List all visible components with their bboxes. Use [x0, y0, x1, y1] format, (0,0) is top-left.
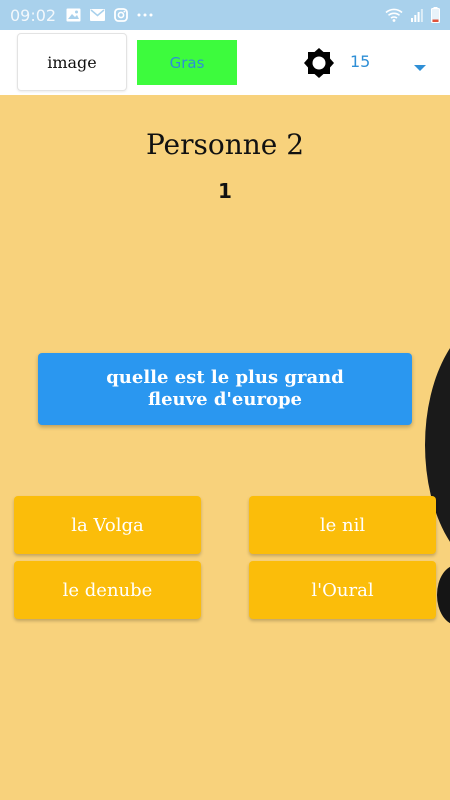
battery-icon	[431, 7, 440, 23]
answer-button[interactable]: la Volga	[14, 496, 201, 554]
image-button[interactable]: image	[17, 33, 127, 91]
player-name: Personne 2	[145, 128, 305, 161]
toolbar: image Gras 15	[0, 30, 450, 95]
status-notifications	[66, 8, 153, 22]
dropdown-arrow-icon[interactable]	[413, 58, 427, 71]
status-system	[385, 7, 440, 23]
status-bar: 09:02	[0, 0, 450, 30]
background-decoration	[437, 565, 450, 625]
answer-button[interactable]: l'Oural	[249, 561, 436, 619]
wifi-icon	[385, 8, 403, 22]
answer-button[interactable]: le denube	[14, 561, 201, 619]
bold-button[interactable]: Gras	[137, 40, 237, 85]
game-area: Personne 2 1 quelle est le plus grand fl…	[0, 95, 450, 800]
score: 1	[218, 179, 232, 203]
status-time: 09:02	[10, 5, 57, 25]
answer-button[interactable]: le nil	[249, 496, 436, 554]
question-card: quelle est le plus grand fleuve d'europe	[38, 353, 412, 425]
font-size-value[interactable]: 15	[350, 52, 370, 71]
brightness-icon[interactable]	[303, 47, 335, 79]
more-icon	[137, 13, 153, 17]
instagram-icon	[114, 8, 129, 22]
signal-icon	[411, 8, 423, 22]
mail-icon	[90, 9, 106, 21]
image-icon	[66, 8, 81, 22]
